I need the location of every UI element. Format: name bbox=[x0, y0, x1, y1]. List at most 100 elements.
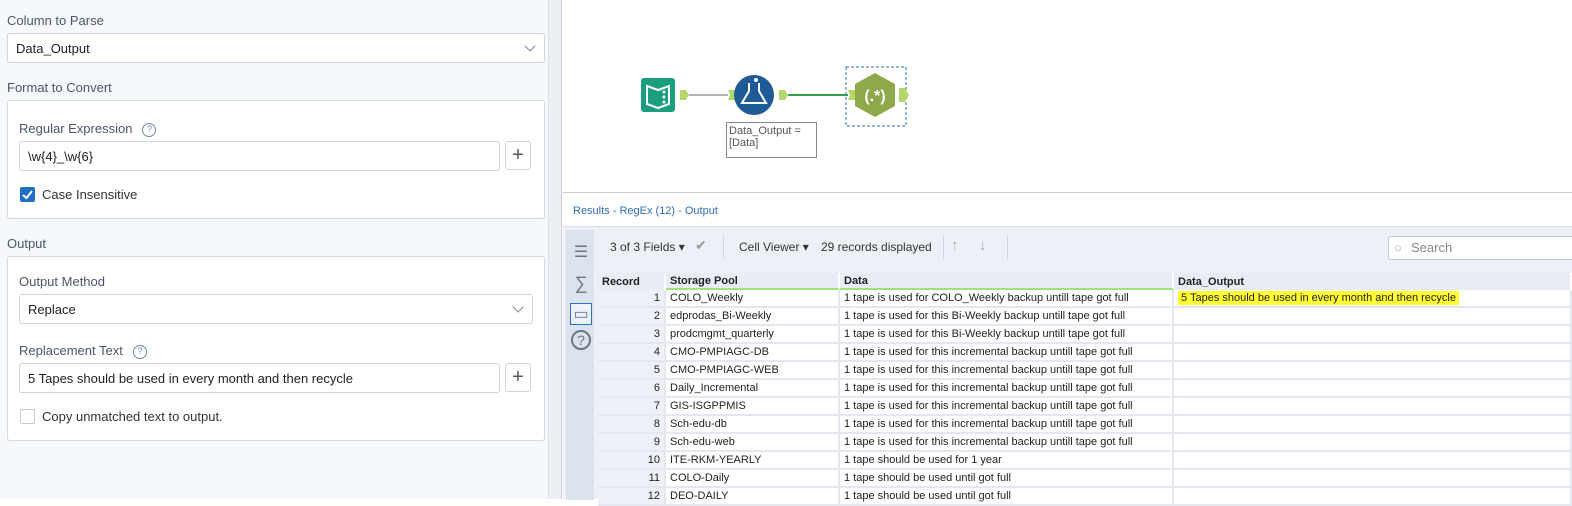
table-row[interactable]: 11 COLO-Daily 1 tape should be used until … bbox=[598, 470, 1572, 488]
table-cell[interactable] bbox=[1174, 488, 1572, 506]
column-header[interactable]: Data_Output bbox=[1174, 273, 1572, 290]
table-cell[interactable]: GIS-ISGPPMIS bbox=[666, 398, 840, 416]
table-cell[interactable]: CMO-PMPIAGC-DB bbox=[666, 344, 840, 362]
table-cell[interactable]: 2 bbox=[598, 308, 666, 326]
table-cell[interactable] bbox=[1174, 380, 1572, 398]
table-cell[interactable]: 7 bbox=[598, 398, 666, 416]
table-cell[interactable]: prodcmgmt_quarterly bbox=[666, 326, 840, 344]
column-header[interactable]: Storage Pool bbox=[666, 273, 840, 290]
tag-icon[interactable]: ▭ bbox=[570, 303, 592, 325]
table-cell[interactable]: ITE-RKM-YEARLY bbox=[666, 452, 840, 470]
table-cell[interactable]: 1 tape is used for this incremental back… bbox=[840, 434, 1174, 452]
table-cell[interactable]: 1 tape is used for COLO_Weekly backup un… bbox=[840, 290, 1174, 308]
table-row[interactable]: 4 CMO-PMPIAGC-DB 1 tape is used for this i… bbox=[598, 344, 1572, 362]
formula-tool-icon[interactable] bbox=[734, 75, 774, 115]
case-insensitive-checkbox[interactable] bbox=[20, 187, 35, 202]
results-sidebar: ☰ ∑ ▭ ? bbox=[566, 230, 594, 500]
table-cell[interactable]: 8 bbox=[598, 416, 666, 434]
table-row[interactable]: 1 COLO_Weekly 1 tape is used for COLO_Week… bbox=[598, 290, 1572, 308]
table-cell[interactable] bbox=[1174, 398, 1572, 416]
table-cell[interactable] bbox=[1174, 416, 1572, 434]
table-view-icon[interactable]: ☰ bbox=[570, 242, 592, 264]
table-cell[interactable]: COLO_Weekly bbox=[666, 290, 840, 308]
panel-splitter[interactable] bbox=[548, 0, 562, 499]
table-cell[interactable]: 1 tape is used for this Bi-Weekly backup… bbox=[840, 308, 1174, 326]
table-cell[interactable] bbox=[1174, 470, 1572, 488]
table-cell[interactable] bbox=[1174, 308, 1572, 326]
output-method-select[interactable]: Replace bbox=[19, 294, 533, 324]
replacement-add-button[interactable]: + bbox=[505, 363, 531, 392]
column-header[interactable]: Data bbox=[840, 273, 1174, 290]
table-cell[interactable]: 6 bbox=[598, 380, 666, 398]
table-cell[interactable]: CMO-PMPIAGC-WEB bbox=[666, 362, 840, 380]
table-cell[interactable]: 1 tape is used for this Bi-Weekly backup… bbox=[840, 326, 1174, 344]
table-cell[interactable]: 1 tape is used for this incremental back… bbox=[840, 398, 1174, 416]
help-icon[interactable]: ? bbox=[142, 123, 157, 137]
table-cell[interactable]: 3 bbox=[598, 326, 666, 344]
case-insensitive-label: Case Insensitive bbox=[42, 187, 138, 202]
output-anchor[interactable] bbox=[779, 90, 788, 100]
regex-input[interactable]: \w{4}_\w{6} bbox=[19, 141, 500, 171]
input-anchor[interactable] bbox=[848, 90, 855, 100]
table-row[interactable]: 3 prodcmgmt_quarterly 1 tape is used for t… bbox=[598, 326, 1572, 344]
apply-check-icon[interactable]: ✔ bbox=[695, 237, 707, 254]
arrow-down-icon[interactable]: ↓ bbox=[979, 237, 987, 254]
table-cell[interactable]: 5 bbox=[598, 362, 666, 380]
cell-viewer-dropdown[interactable]: Cell Viewer ▾ bbox=[739, 240, 809, 254]
table-cell[interactable]: 12 bbox=[598, 488, 666, 506]
table-cell[interactable]: 1 tape should be used until got full bbox=[840, 470, 1174, 488]
table-cell[interactable]: 1 tape should be used until got full bbox=[840, 488, 1174, 506]
table-cell[interactable] bbox=[1174, 452, 1572, 470]
table-row[interactable]: 9 Sch-edu-web 1 tape is used for this incr… bbox=[598, 434, 1572, 452]
output-anchor[interactable] bbox=[899, 88, 909, 102]
table-cell[interactable] bbox=[1174, 326, 1572, 344]
table-row[interactable]: 6 Daily_Incremental 1 tape is used for thi… bbox=[598, 380, 1572, 398]
table-cell[interactable]: 5 Tapes should be used in every month an… bbox=[1174, 290, 1572, 308]
help-icon[interactable]: ? bbox=[571, 330, 591, 350]
table-row[interactable]: 7 GIS-ISGPPMIS 1 tape is used for this inc… bbox=[598, 398, 1572, 416]
workflow-canvas[interactable]: (.*) Data_Output = [Data] bbox=[563, 0, 1572, 193]
replacement-text-input[interactable]: 5 Tapes should be used in every month an… bbox=[19, 363, 500, 393]
table-cell[interactable]: Sch-edu-web bbox=[666, 434, 840, 452]
table-cell[interactable]: 9 bbox=[598, 434, 666, 452]
copy-unmatched-checkbox[interactable] bbox=[20, 409, 35, 424]
table-cell[interactable]: 1 tape is used for this incremental back… bbox=[840, 362, 1174, 380]
regex-add-button[interactable]: + bbox=[505, 141, 531, 170]
table-cell[interactable]: 1 tape is used for this incremental back… bbox=[840, 380, 1174, 398]
table-row[interactable]: 2 edprodas_Bi-Weekly 1 tape is used for th… bbox=[598, 308, 1572, 326]
table-cell[interactable]: DEO-DAILY bbox=[666, 488, 840, 506]
table-cell[interactable]: 1 tape is used for this incremental back… bbox=[840, 416, 1174, 434]
column-header[interactable]: Record bbox=[598, 273, 666, 290]
results-toolbar: 3 of 3 Fields ▾ ✔ Cell Viewer ▾ 29 recor… bbox=[598, 227, 1572, 267]
table-cell[interactable]: edprodas_Bi-Weekly bbox=[666, 308, 840, 326]
table-row[interactable]: 8 Sch-edu-db 1 tape is used for this incre… bbox=[598, 416, 1572, 434]
table-cell[interactable] bbox=[1174, 434, 1572, 452]
formula-annotation[interactable]: Data_Output = [Data] bbox=[726, 122, 817, 158]
configuration-panel: Column to Parse Data_Output Format to Co… bbox=[0, 0, 548, 499]
help-icon[interactable]: ? bbox=[132, 345, 147, 359]
table-cell[interactable]: 4 bbox=[598, 344, 666, 362]
table-cell[interactable]: 10 bbox=[598, 452, 666, 470]
table-cell[interactable]: Daily_Incremental bbox=[666, 380, 840, 398]
table-cell[interactable]: 1 tape should be used for 1 year bbox=[840, 452, 1174, 470]
column-to-parse-select[interactable]: Data_Output bbox=[7, 33, 545, 63]
arrow-up-icon[interactable]: ↑ bbox=[951, 237, 959, 254]
table-cell[interactable] bbox=[1174, 344, 1572, 362]
search-input[interactable]: ○ Search bbox=[1388, 236, 1572, 260]
fields-dropdown[interactable]: 3 of 3 Fields ▾ bbox=[610, 240, 685, 254]
search-placeholder: Search bbox=[1411, 240, 1453, 255]
table-cell[interactable]: 1 tape is used for this incremental back… bbox=[840, 344, 1174, 362]
table-cell[interactable] bbox=[1174, 362, 1572, 380]
table-row[interactable]: 12 DEO-DAILY 1 tape should be used until g… bbox=[598, 488, 1572, 506]
table-cell[interactable]: Sch-edu-db bbox=[666, 416, 840, 434]
table-cell[interactable]: COLO-Daily bbox=[666, 470, 840, 488]
table-row[interactable]: 5 CMO-PMPIAGC-WEB 1 tape is used for this … bbox=[598, 362, 1572, 380]
table-row[interactable]: 10 ITE-RKM-YEARLY 1 tape should be used fo… bbox=[598, 452, 1572, 470]
input-tool-icon[interactable] bbox=[641, 78, 675, 112]
output-anchor[interactable] bbox=[680, 90, 689, 100]
table-cell[interactable]: 11 bbox=[598, 470, 666, 488]
input-anchor[interactable] bbox=[728, 90, 735, 100]
divider bbox=[1007, 235, 1008, 259]
table-cell[interactable]: 1 bbox=[598, 290, 666, 308]
summary-icon[interactable]: ∑ bbox=[570, 272, 592, 294]
